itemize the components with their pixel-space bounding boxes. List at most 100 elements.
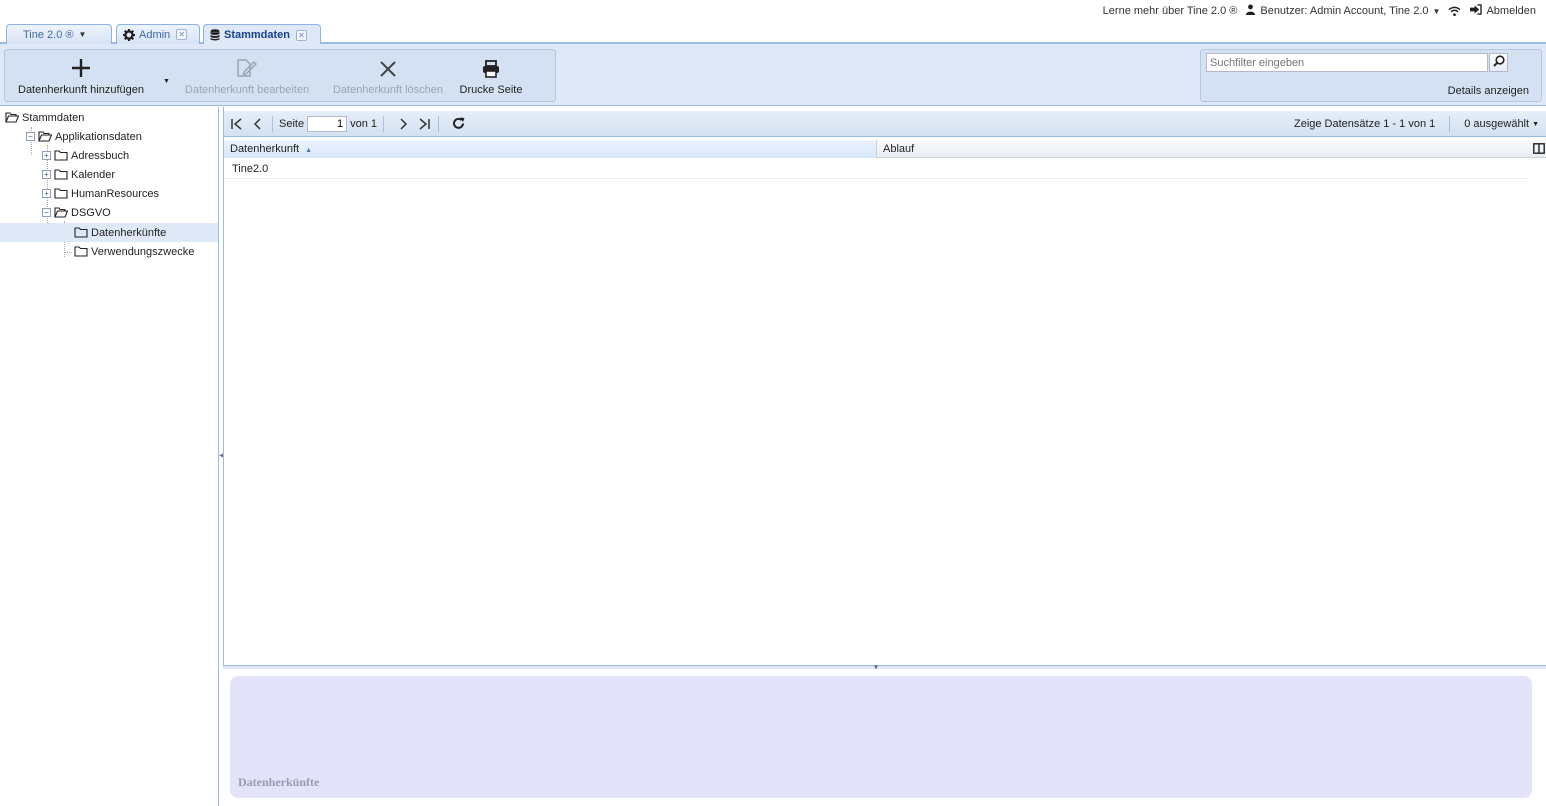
collapse-icon[interactable]: − (26, 132, 35, 141)
detail-panel-title: Datenherkünfte (238, 775, 320, 789)
previous-page-button[interactable] (250, 116, 266, 132)
tree-item-label: Verwendungszwecke (91, 245, 195, 258)
selection-count: 0 ausgewählt (1464, 118, 1530, 130)
page-count-label: von 1 (350, 117, 377, 130)
grid-header: Datenherkunft ▲ Ablauf (224, 140, 1546, 158)
top-bar: Lerne mehr über Tine 2.0 ® Benutzer: Adm… (0, 0, 1546, 45)
tab-strip: Tine 2.0 ® ▼ Admin ✕ Stammdaten ✕ (0, 22, 1546, 45)
delete-data-source-button[interactable]: Datenherkunft löschen (325, 50, 451, 102)
edit-icon (236, 50, 258, 80)
last-page-button[interactable] (416, 116, 432, 132)
close-icon[interactable]: ✕ (296, 29, 308, 41)
action-group: Datenherkunft hinzufügen ▼ Datenherkunft… (4, 49, 556, 102)
column-label: Datenherkunft (230, 143, 300, 155)
chevron-down-icon[interactable]: ▼ (79, 30, 87, 39)
folder-icon (54, 169, 68, 180)
column-label: Ablauf (883, 143, 915, 155)
show-details-button[interactable]: Details anzeigen (1448, 85, 1529, 97)
pager-info: Zeige Datensätze 1 - 1 von 1 0 ausgewähl… (1294, 116, 1539, 132)
delete-data-source-label: Datenherkunft löschen (332, 84, 444, 96)
search-group: Details anzeigen (1200, 49, 1542, 102)
folder-icon (54, 188, 68, 199)
search-input[interactable] (1206, 53, 1488, 72)
user-icon (1245, 4, 1256, 18)
tree-item-label: DSGVO (71, 206, 111, 219)
expand-icon[interactable]: + (42, 170, 51, 179)
collapse-handle-icon[interactable]: ▼ (873, 665, 879, 671)
tab-tine-main[interactable]: Tine 2.0 ® ▼ (6, 24, 112, 44)
connection-icon (1448, 6, 1461, 17)
detail-panel: Datenherkünfte (230, 676, 1532, 798)
tree-connector (64, 252, 72, 253)
tab-label: Stammdaten (224, 29, 291, 41)
logout-label: Abmelden (1486, 5, 1536, 17)
folder-icon (54, 150, 68, 161)
edit-data-source-button[interactable]: Datenherkunft bearbeiten (177, 50, 317, 102)
refresh-button[interactable] (450, 116, 466, 132)
user-bar: Lerne mehr über Tine 2.0 ® Benutzer: Adm… (1103, 4, 1536, 18)
logout-icon (1469, 4, 1483, 18)
sort-ascending-icon: ▲ (305, 147, 313, 154)
tree-item-label: Applikationsdaten (55, 130, 142, 143)
selection-menu[interactable]: 0 ausgewählt ▼ (1464, 118, 1539, 130)
grid-panel: Seite von 1 Zeige Datensätze 1 - 1 von 1… (223, 107, 1546, 665)
tree-item-adressbuch[interactable]: + Adressbuch (42, 146, 129, 165)
collapse-icon[interactable]: − (42, 208, 51, 217)
paging-toolbar: Seite von 1 Zeige Datensätze 1 - 1 von 1… (224, 111, 1546, 137)
column-header-datenherkunft[interactable]: Datenherkunft ▲ (224, 140, 877, 158)
print-page-button[interactable]: Drucke Seite (455, 50, 527, 102)
tab-label: Tine 2.0 ® (23, 28, 74, 41)
separator (438, 115, 439, 132)
edit-data-source-label: Datenherkunft bearbeiten (184, 84, 310, 96)
chevron-down-icon: ▼ (1532, 120, 1539, 128)
print-page-label: Drucke Seite (459, 84, 523, 96)
tree-item-kalender[interactable]: + Kalender (42, 165, 115, 184)
learn-more-link[interactable]: Lerne mehr über Tine 2.0 ® (1103, 5, 1238, 17)
first-page-button[interactable] (229, 116, 245, 132)
user-label: Benutzer: Admin Account, Tine 2.0 (1260, 5, 1429, 17)
separator (383, 115, 384, 132)
expand-icon[interactable]: + (42, 151, 51, 160)
toolbar: Datenherkunft hinzufügen ▼ Datenherkunft… (0, 44, 1546, 106)
tree-item-humanresources[interactable]: + HumanResources (42, 184, 159, 203)
tab-stammdaten[interactable]: Stammdaten ✕ (203, 24, 321, 45)
table-row[interactable]: Tine2.0 (224, 159, 1529, 179)
separator (272, 115, 273, 132)
folder-icon (74, 227, 88, 238)
next-page-button[interactable] (395, 116, 411, 132)
columns-icon[interactable] (1533, 143, 1545, 157)
logout-button[interactable]: Abmelden (1469, 4, 1536, 18)
tab-label: Admin (139, 28, 171, 41)
tree-item-label: Datenherkünfte (91, 226, 167, 239)
tree-item-label: Adressbuch (71, 149, 130, 162)
chevron-down-icon[interactable]: ▼ (163, 78, 170, 85)
gear-icon (123, 28, 135, 41)
display-info: Zeige Datensätze 1 - 1 von 1 (1293, 118, 1436, 130)
expand-icon[interactable]: + (42, 189, 51, 198)
tree-item-label: HumanResources (71, 187, 160, 200)
tree-item-label: Stammdaten (22, 111, 85, 124)
plus-icon (71, 50, 91, 80)
chevron-down-icon: ▼ (1432, 6, 1441, 16)
close-icon[interactable]: ✕ (176, 29, 188, 40)
separator (1449, 116, 1451, 132)
column-header-ablauf[interactable]: Ablauf (877, 140, 1527, 158)
tree-item-applikationsdaten[interactable]: − Applikationsdaten (26, 127, 142, 146)
tree-item-stammdaten[interactable]: Stammdaten (5, 108, 84, 127)
navigation-tree: Stammdaten − Applikationsdaten + Adressb… (0, 107, 219, 806)
user-menu[interactable]: Benutzer: Admin Account, Tine 2.0 ▼ (1245, 4, 1440, 18)
add-data-source-button[interactable]: Datenherkunft hinzufügen (5, 50, 157, 102)
tree-item-label: Kalender (71, 168, 116, 181)
delete-icon (379, 50, 397, 80)
search-icon (1492, 55, 1505, 70)
page-label: Seite (279, 117, 305, 130)
south-splitter[interactable]: ▼ (223, 665, 1546, 671)
tree-item-datenherkuenfte[interactable]: Datenherkünfte (0, 223, 218, 242)
tree-item-verwendungszwecke[interactable]: Verwendungszwecke (74, 242, 194, 261)
search-button[interactable] (1489, 53, 1508, 72)
folder-icon (74, 246, 88, 257)
tree-item-dsgvo[interactable]: − DSGVO (42, 203, 111, 222)
page-number-input[interactable] (307, 115, 348, 132)
cell-datenherkunft: Tine2.0 (232, 163, 269, 175)
tab-admin[interactable]: Admin ✕ (116, 24, 200, 44)
